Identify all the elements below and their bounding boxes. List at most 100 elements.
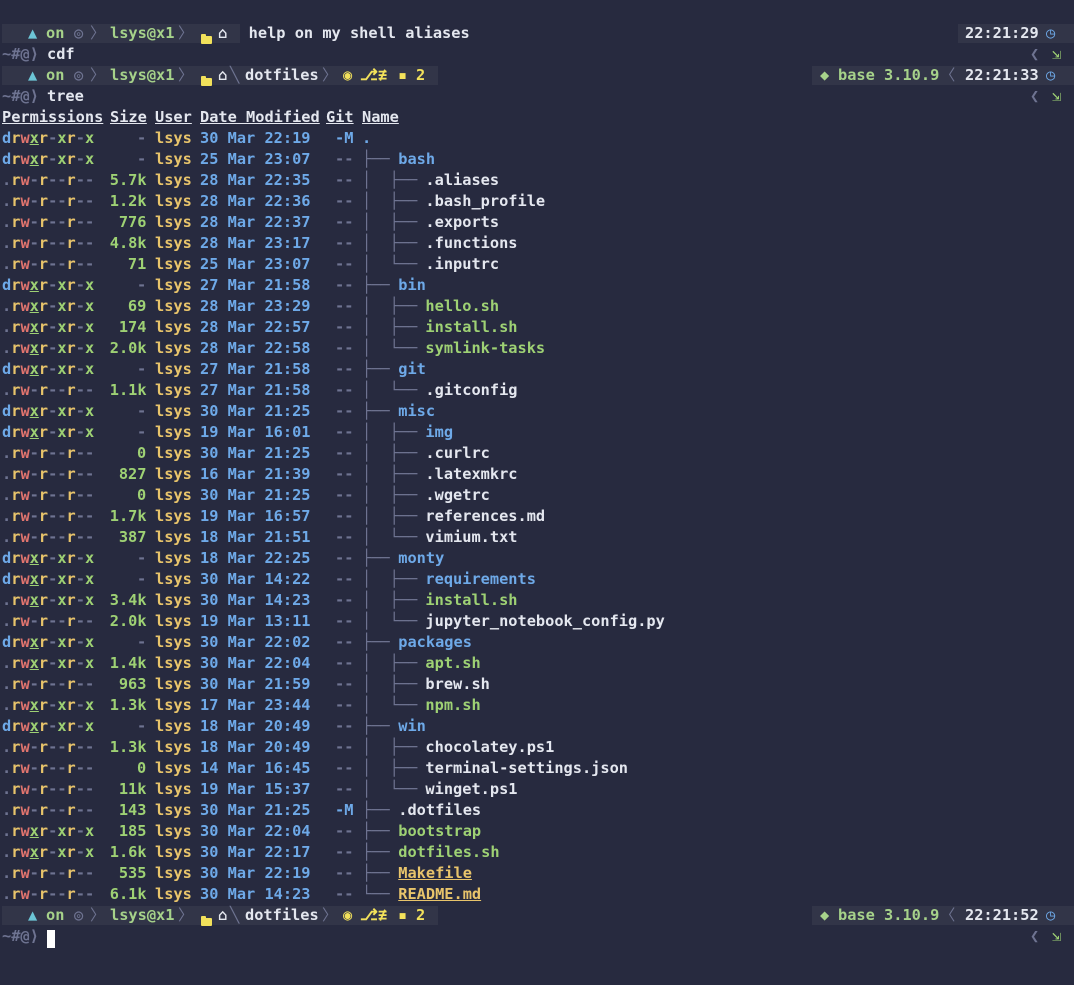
directory-name[interactable]: packages [398,632,472,653]
permissions-cell: .rw-r--r-- [2,612,95,630]
table-row[interactable]: .rwxr-xr-x 1.4k lsys 30 Mar 22:04 -- │ ├── ap… [0,653,1074,674]
file-name[interactable]: references.md [425,506,545,527]
directory-name[interactable]: misc [398,401,435,422]
table-row[interactable]: .rw-r--r-- 11k lsys 19 Mar 15:37 -- │ └── win… [0,779,1074,800]
permissions-cell: .rwxr-xr-x [2,318,95,336]
file-name[interactable]: .latexmkrc [425,464,517,485]
table-row[interactable]: drwxr-xr-x - lsys 27 Mar 21:58 -- ├── bin [0,275,1074,296]
directory-name[interactable]: . [362,128,371,149]
text-cursor[interactable] [47,928,55,949]
file-name[interactable]: chocolatey.ps1 [425,737,554,758]
linux-icon: ▲ [28,66,38,84]
git-status-cell: -- [335,423,354,441]
file-name[interactable]: apt.sh [425,653,480,674]
current-directory: dotfiles [245,906,319,924]
file-name[interactable]: winget.ps1 [425,779,517,800]
file-name[interactable]: .curlrc [425,443,489,464]
table-row[interactable]: drwxr-xr-x - lsys 25 Mar 23:07 -- ├── bash [0,149,1074,170]
permissions-cell: drwxr-xr-x [2,129,95,147]
table-row[interactable]: .rw-r--r-- 4.8k lsys 28 Mar 23:17 -- │ ├── .f… [0,233,1074,254]
table-row[interactable]: .rwxr-xr-x 3.4k lsys 30 Mar 14:23 -- │ ├── in… [0,590,1074,611]
table-row[interactable]: drwxr-xr-x - lsys 19 Mar 16:01 -- │ ├── img [0,422,1074,443]
file-name[interactable]: .wgetrc [425,485,489,506]
table-row[interactable]: .rw-r--r-- 827 lsys 16 Mar 21:39 -- │ ├── .la… [0,464,1074,485]
file-name[interactable]: install.sh [425,317,517,338]
directory-name[interactable]: monty [398,548,444,569]
file-name[interactable]: Makefile [398,863,472,884]
tree-branch: │ ├── [362,570,427,588]
file-name[interactable]: .dotfiles [398,800,481,821]
file-name[interactable]: terminal-settings.json [425,758,628,779]
user-host: lsys@x1 [110,24,175,42]
table-row[interactable]: .rw-r--r-- 5.7k lsys 28 Mar 22:35 -- │ ├── .a… [0,170,1074,191]
table-row[interactable]: .rw-r--r-- 6.1k lsys 30 Mar 14:23 -- └── READ… [0,884,1074,905]
table-row[interactable]: .rw-r--r-- 2.0k lsys 19 Mar 13:11 -- │ └── ju… [0,611,1074,632]
table-row[interactable]: .rwxr-xr-x 174 lsys 28 Mar 22:57 -- │ ├── ins… [0,317,1074,338]
table-row[interactable]: .rwxr-xr-x 2.0k lsys 28 Mar 22:58 -- │ └── sy… [0,338,1074,359]
table-row[interactable]: .rw-r--r-- 71 lsys 25 Mar 23:07 -- │ └── .inp… [0,254,1074,275]
table-row[interactable]: .rw-r--r-- 1.3k lsys 18 Mar 20:49 -- │ ├── ch… [0,737,1074,758]
command-line[interactable]: ~#@⟩ tree ❮ ⇲ [0,86,1074,107]
date-cell: 30 Mar 21:59 [200,675,311,693]
header-date-modified: Date Modified [200,108,320,126]
file-name[interactable]: README.md [398,884,481,905]
table-row[interactable]: .rwxr-xr-x 1.6k lsys 30 Mar 22:17 -- ├── dotf… [0,842,1074,863]
file-name[interactable]: brew.sh [425,674,489,695]
command-line[interactable]: ~#@⟩ ❮ ⇲ [0,926,1074,949]
table-row[interactable]: .rw-r--r-- 0 lsys 30 Mar 21:25 -- │ ├── .wget… [0,485,1074,506]
table-row[interactable]: .rw-r--r-- 143 lsys 30 Mar 21:25 -M ├── .dotf… [0,800,1074,821]
prompt-time: 22:21:29 [965,24,1039,42]
directory-name[interactable]: bash [398,149,435,170]
command-text: tree [47,87,84,105]
table-row[interactable]: drwxr-xr-x - lsys 30 Mar 14:22 -- │ ├── requi… [0,569,1074,590]
file-name[interactable]: .bash_profile [425,191,545,212]
table-row[interactable]: .rw-r--r-- 0 lsys 14 Mar 16:45 -- │ ├── termi… [0,758,1074,779]
file-name[interactable]: .inputrc [425,254,499,275]
table-row[interactable]: .rw-r--r-- 1.7k lsys 19 Mar 16:57 -- │ ├── re… [0,506,1074,527]
table-row[interactable]: .rwxr-xr-x 185 lsys 30 Mar 22:04 -- ├── boots… [0,821,1074,842]
table-row[interactable]: drwxr-xr-x - lsys 18 Mar 22:25 -- ├── monty [0,548,1074,569]
prompt-line: ▲ on ◎ 〉 lsys@x1 〉 ⌂ ╲ dotfiles 〉 ◉ ⎇ ≢ ▪ 2 ◆ base 3.10.… [0,905,1074,926]
file-name[interactable]: bootstrap [398,821,481,842]
directory-name[interactable]: win [398,716,426,737]
file-name[interactable]: jupyter_notebook_config.py [425,611,664,632]
table-row[interactable]: drwxr-xr-x - lsys 18 Mar 20:49 -- ├── win [0,716,1074,737]
table-row[interactable]: drwxr-xr-x - lsys 30 Mar 22:19 -M. [0,128,1074,149]
file-name[interactable]: .gitconfig [425,380,517,401]
permissions-cell: .rw-r--r-- [2,171,95,189]
table-row[interactable]: .rw-r--r-- 0 lsys 30 Mar 21:25 -- │ ├── .curl… [0,443,1074,464]
table-row[interactable]: drwxr-xr-x - lsys 30 Mar 21:25 -- ├── misc [0,401,1074,422]
table-row[interactable]: .rwxr-xr-x 69 lsys 28 Mar 23:29 -- │ ├── hell… [0,296,1074,317]
directory-name[interactable]: img [425,422,453,443]
table-row[interactable]: .rw-r--r-- 1.1k lsys 27 Mar 21:58 -- │ └── .g… [0,380,1074,401]
remote-icon: ◎ [74,906,84,924]
directory-name[interactable]: git [398,359,426,380]
permissions-cell: .rw-r--r-- [2,192,95,210]
table-row[interactable]: .rw-r--r-- 387 lsys 18 Mar 21:51 -- │ └── vim… [0,527,1074,548]
file-name[interactable]: .exports [425,212,499,233]
file-name[interactable]: dotfiles.sh [398,842,499,863]
table-row[interactable]: drwxr-xr-x - lsys 30 Mar 22:02 -- ├── package… [0,632,1074,653]
file-name[interactable]: .aliases [425,170,499,191]
file-name[interactable]: .functions [425,233,517,254]
table-row[interactable]: .rw-r--r-- 963 lsys 30 Mar 21:59 -- │ ├── bre… [0,674,1074,695]
table-row[interactable]: drwxr-xr-x - lsys 27 Mar 21:58 -- ├── git [0,359,1074,380]
permissions-cell: drwxr-xr-x [2,549,95,567]
table-row[interactable]: .rw-r--r-- 535 lsys 30 Mar 22:19 -- ├── Makef… [0,863,1074,884]
file-name[interactable]: install.sh [425,590,517,611]
directory-name[interactable]: requirements [425,569,536,590]
directory-name[interactable]: bin [398,275,426,296]
file-name[interactable]: npm.sh [425,695,480,716]
table-row[interactable]: .rw-r--r-- 776 lsys 28 Mar 22:37 -- │ ├── .ex… [0,212,1074,233]
command-line[interactable]: ~#@⟩ cdf ❮ ⇲ [0,44,1074,65]
table-row[interactable]: .rw-r--r-- 1.2k lsys 28 Mar 22:36 -- │ ├── .b… [0,191,1074,212]
date-cell: 30 Mar 21:25 [200,801,311,819]
file-name[interactable]: vimium.txt [425,527,517,548]
clock-icon: ◷ [1046,906,1056,924]
file-name[interactable]: symlink-tasks [425,338,545,359]
terminal-window[interactable]: Type 'ahelp' for quick help on my shell … [0,0,1074,985]
git-status-cell: -- [335,696,354,714]
tree-branch: │ └── [362,612,427,630]
table-row[interactable]: .rwxr-xr-x 1.3k lsys 17 Mar 23:44 -- │ └── np… [0,695,1074,716]
file-name[interactable]: hello.sh [425,296,499,317]
